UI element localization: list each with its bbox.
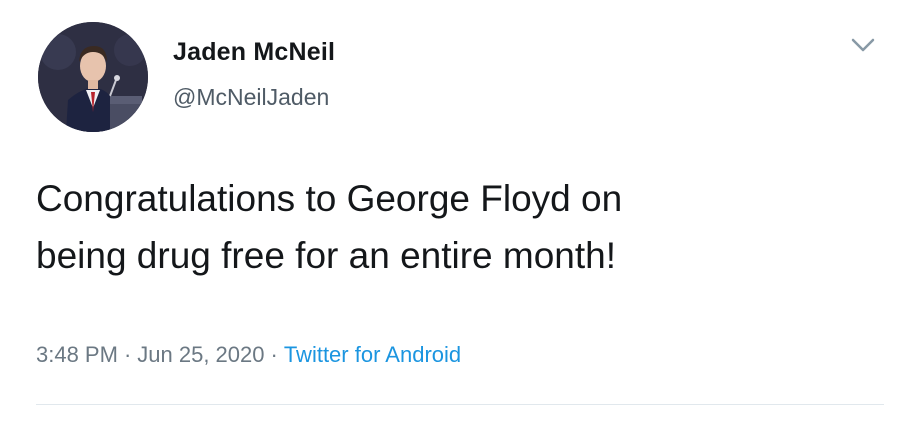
profile-photo-icon xyxy=(38,22,148,132)
tweet-menu-button[interactable] xyxy=(850,36,876,54)
tweet-card: Jaden McNeil @McNeilJaden Congratulation… xyxy=(0,0,900,425)
tweet-text-line: Congratulations to George Floyd on xyxy=(36,178,623,219)
avatar[interactable] xyxy=(38,22,148,132)
meta-separator: · xyxy=(270,342,278,367)
chevron-down-icon xyxy=(851,38,875,52)
divider xyxy=(36,404,884,405)
author-handle[interactable]: @McNeilJaden xyxy=(173,84,329,111)
tweet-source-link[interactable]: Twitter for Android xyxy=(284,342,461,367)
author-display-name[interactable]: Jaden McNeil xyxy=(173,38,335,67)
tweet-date[interactable]: Jun 25, 2020 xyxy=(137,342,264,367)
tweet-time[interactable]: 3:48 PM xyxy=(36,342,118,367)
meta-separator: · xyxy=(123,342,132,367)
tweet-text: Congratulations to George Floyd on being… xyxy=(36,170,876,284)
tweet-text-line: being drug free for an entire month! xyxy=(36,235,617,276)
tweet-metadata: 3:48 PM · Jun 25, 2020 · Twitter for Android xyxy=(36,342,461,368)
